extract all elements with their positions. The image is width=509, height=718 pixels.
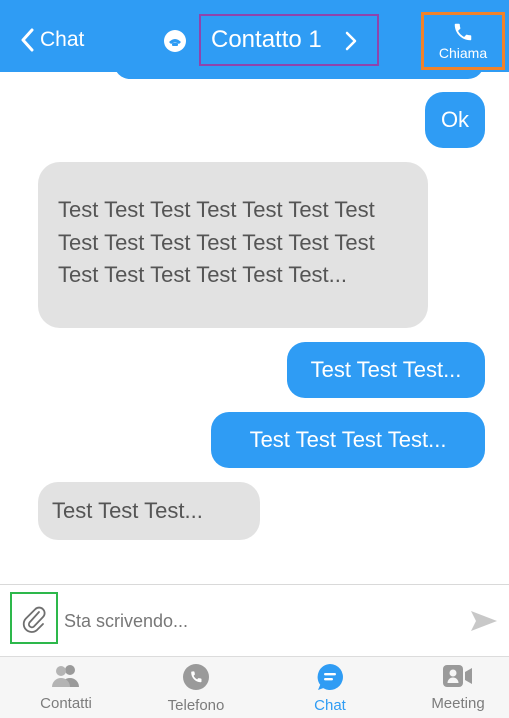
message-composer <box>0 584 509 656</box>
call-label: Chiama <box>438 45 488 61</box>
tab-label: Chat <box>314 697 346 714</box>
tab-telefono[interactable]: Telefono <box>141 663 251 718</box>
message-bubble-outgoing[interactable]: Ok <box>425 92 485 148</box>
tab-contatti[interactable]: Contatti <box>11 663 121 718</box>
paperclip-icon <box>22 606 46 633</box>
tab-label: Contatti <box>40 695 92 712</box>
bottom-tab-bar: Contatti Telefono Chat Meeting <box>0 656 509 718</box>
phone-icon <box>183 664 209 690</box>
contact-name: Contatto 1 <box>211 26 322 53</box>
tab-label: Meeting <box>431 695 485 712</box>
previous-message-bubble <box>114 72 484 79</box>
top-navigation-bar: Chat Contatto 1 Chiama <box>0 0 509 72</box>
call-button[interactable]: Chiama <box>421 12 505 70</box>
phone-icon <box>454 23 472 41</box>
message-bubble-outgoing[interactable]: Test Test Test... <box>287 342 485 398</box>
back-button[interactable]: Chat <box>20 22 84 58</box>
tab-label: Telefono <box>167 697 225 714</box>
tab-meeting[interactable]: Meeting <box>403 663 509 718</box>
message-list[interactable]: Ok Test Test Test Test Test Test Test Te… <box>0 72 509 584</box>
contact-name-button[interactable]: Contatto 1 <box>199 14 379 66</box>
chat-icon <box>317 664 343 690</box>
send-icon <box>471 611 497 631</box>
message-input[interactable] <box>64 603 444 639</box>
back-label: Chat <box>40 28 85 51</box>
video-icon <box>443 665 472 687</box>
send-button[interactable] <box>468 607 500 635</box>
message-bubble-incoming[interactable]: Test Test Test Test Test Test Test Test … <box>38 162 428 328</box>
contacts-icon <box>52 665 79 687</box>
attach-button[interactable] <box>10 592 58 644</box>
chevron-left-icon <box>21 28 34 52</box>
message-bubble-outgoing[interactable]: Test Test Test Test... <box>211 412 485 468</box>
contact-status-icon <box>164 30 186 52</box>
chevron-right-icon <box>345 31 357 51</box>
tab-chat[interactable]: Chat <box>275 663 385 718</box>
message-bubble-incoming[interactable]: Test Test Test... <box>38 482 260 540</box>
